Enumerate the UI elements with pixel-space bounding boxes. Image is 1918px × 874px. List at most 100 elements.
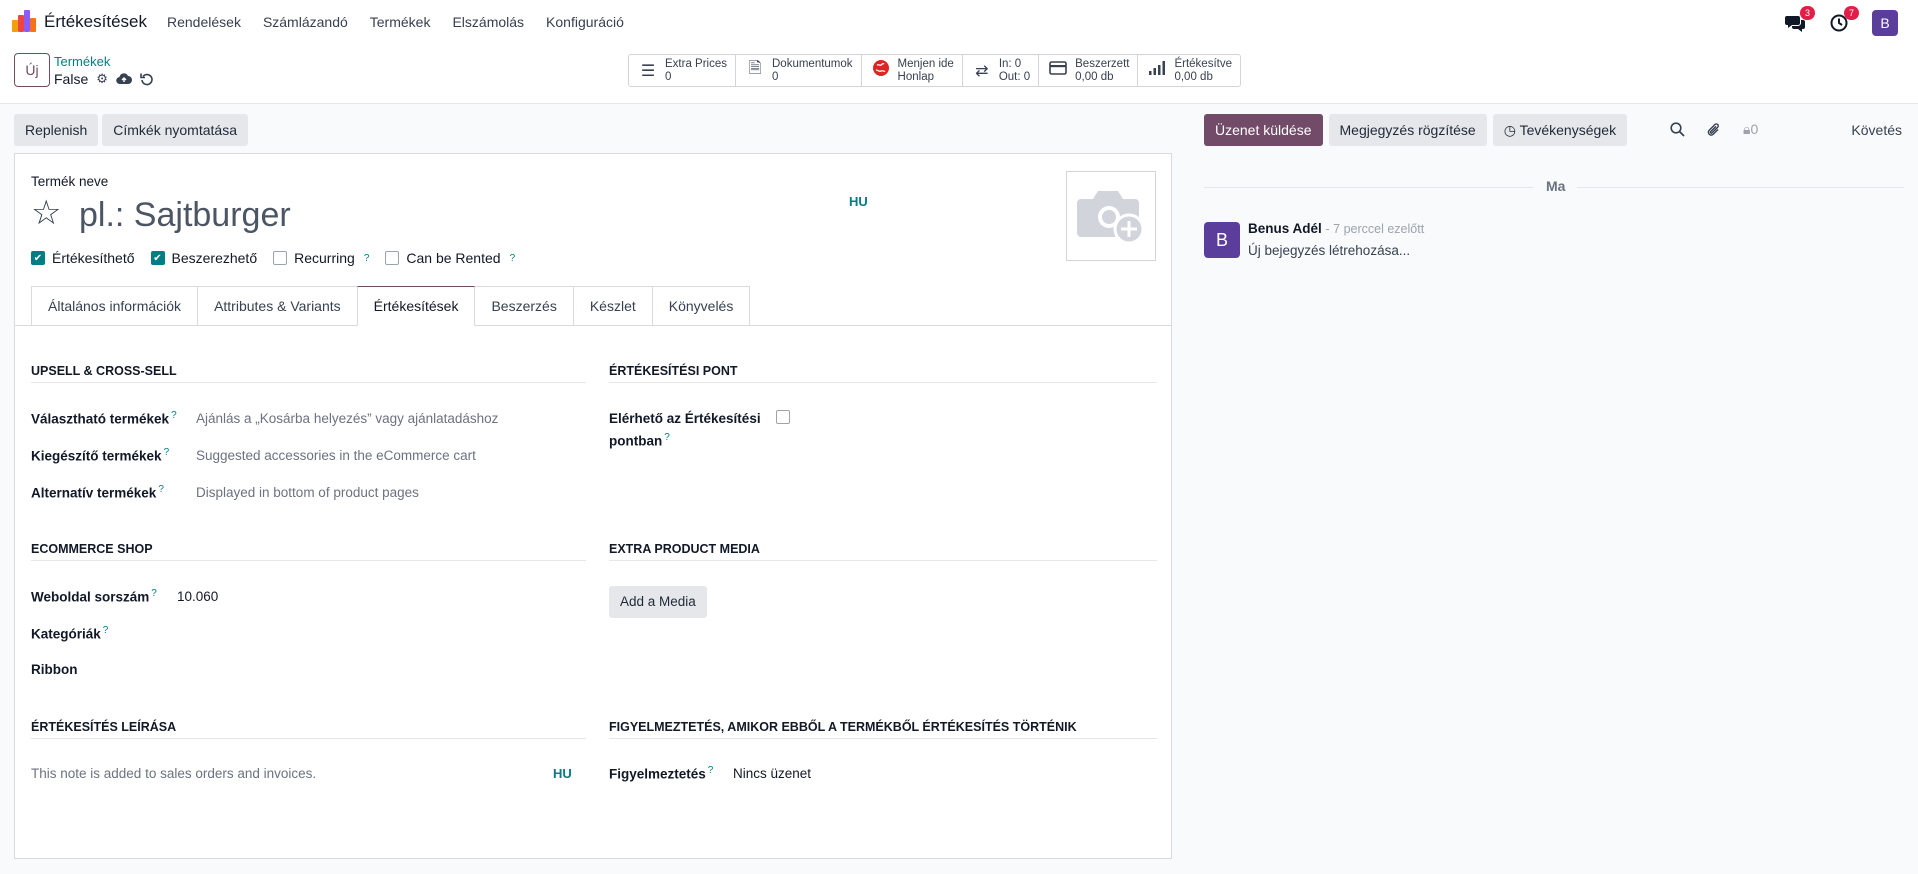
help-icon[interactable]: ?: [364, 253, 370, 264]
help-icon[interactable]: ?: [103, 625, 109, 636]
favorite-star-icon[interactable]: ☆: [31, 194, 61, 232]
message-time: - 7 perccel ezelőtt: [1325, 222, 1425, 236]
transfer-icon: ⇄: [975, 62, 989, 80]
extra-prices-button[interactable]: ☰ Extra Prices 0: [629, 55, 736, 86]
sales-app-icon[interactable]: [12, 10, 36, 34]
tab-purchase[interactable]: Beszerzés: [474, 286, 574, 326]
alternative-products-field[interactable]: Displayed in bottom of product pages: [196, 485, 419, 500]
product-name-input[interactable]: pl.: Sajtburger: [79, 196, 291, 234]
globe-icon: [870, 59, 892, 82]
accessory-products-field[interactable]: Suggested accessories in the eCommerce c…: [196, 448, 476, 463]
follow-button[interactable]: Követés: [1851, 122, 1902, 138]
help-icon[interactable]: ?: [510, 253, 516, 264]
optional-products-field[interactable]: Ajánlás a „Kosárba helyezés” vagy ajánla…: [196, 411, 498, 426]
product-image-upload[interactable]: [1066, 171, 1156, 261]
help-icon[interactable]: ?: [164, 447, 170, 458]
warning-label: Figyelmeztetés: [609, 766, 706, 782]
go-to-website-button[interactable]: Menjen ide Honlap: [862, 55, 963, 86]
breadcrumb: Termékek False ⚙: [54, 54, 154, 87]
credit-card-icon: [1047, 61, 1069, 80]
message-author[interactable]: Benus Adél: [1248, 221, 1322, 236]
smart-buttons: ☰ Extra Prices 0 🗎 Dokumentumok 0 Menjen i…: [628, 54, 1241, 87]
app-name[interactable]: Értékesítések: [44, 12, 147, 32]
messages-button[interactable]: 3: [1784, 6, 1815, 34]
tab-inventory[interactable]: Készlet: [572, 286, 653, 326]
media-section-title: EXTRA PRODUCT MEDIA: [609, 542, 1157, 561]
author-avatar[interactable]: B: [1204, 222, 1240, 258]
new-button[interactable]: Új: [14, 53, 50, 87]
user-avatar[interactable]: B: [1872, 10, 1898, 36]
help-icon[interactable]: ?: [158, 484, 164, 495]
available-in-pos-label: Elérhető az Értékesítési: [609, 411, 761, 426]
recurring-checkbox[interactable]: Recurring?: [273, 250, 369, 266]
warning-select[interactable]: Nincs üzenet: [733, 766, 811, 781]
checkmark-icon: ✔: [150, 251, 165, 265]
messages-badge: 3: [1800, 6, 1815, 20]
sold-button[interactable]: Értékesítve 0,00 db: [1138, 55, 1240, 86]
menu-item-products[interactable]: Termékek: [370, 14, 431, 30]
tab-general-info[interactable]: Általános információk: [31, 286, 199, 326]
search-icon[interactable]: [1670, 122, 1685, 137]
tab-accounting[interactable]: Könyvelés: [651, 286, 751, 326]
activities-badge: 7: [1844, 6, 1859, 20]
breadcrumb-parent[interactable]: Termékek: [54, 54, 154, 69]
menu-item-to-invoice[interactable]: Számlázandó: [263, 14, 348, 30]
tab-attributes-variants[interactable]: Attributes & Variants: [197, 286, 358, 326]
can-be-purchased-checkbox[interactable]: ✔ Beszerezhető: [150, 250, 257, 266]
help-icon[interactable]: ?: [664, 432, 670, 443]
document-icon: 🗎: [748, 60, 762, 77]
add-media-button[interactable]: Add a Media: [609, 586, 707, 618]
optional-products-label: Választható termékek: [31, 411, 170, 427]
log-note-button[interactable]: Megjegyzés rögzítése: [1328, 114, 1487, 146]
form-tabs: Általános információk Attributes & Varia…: [31, 286, 751, 326]
replenish-button[interactable]: Replenish: [14, 114, 99, 146]
description-translate-button[interactable]: HU: [553, 766, 572, 781]
clock-icon: ◷: [1503, 122, 1520, 138]
activities-button[interactable]: ◷ Tevékenységek: [1492, 114, 1628, 146]
alternative-products-label: Alternatív termékek: [31, 485, 157, 501]
tab-sales[interactable]: Értékesítések: [356, 286, 476, 326]
breadcrumb-current: False: [54, 71, 89, 87]
gear-icon[interactable]: ⚙: [96, 71, 108, 87]
bar-chart-icon: [1146, 60, 1168, 81]
cloud-upload-icon[interactable]: [116, 72, 132, 86]
help-icon[interactable]: ?: [708, 765, 714, 776]
activities-button[interactable]: 7: [1828, 6, 1859, 34]
form-actions: Replenish Címkék nyomtatása: [14, 114, 248, 146]
menu-item-orders[interactable]: Rendelések: [167, 14, 241, 30]
chatter-panel: Üzenet küldése Megjegyzés rögzítése ◷ Te…: [1190, 104, 1918, 874]
purchased-button[interactable]: Beszerzett 0,00 db: [1039, 55, 1139, 86]
send-message-button[interactable]: Üzenet küldése: [1204, 114, 1323, 146]
help-icon[interactable]: ?: [151, 588, 157, 599]
checkmark-icon: ✔: [31, 251, 45, 265]
categories-label: Kategóriák: [31, 626, 101, 642]
form-sheet: Termék neve ☆ pl.: Sajtburger HU ✔ Érték…: [14, 153, 1172, 859]
in-out-button[interactable]: ⇄ In: 0 Out: 0: [963, 55, 1040, 86]
discard-icon[interactable]: [140, 72, 154, 86]
can-be-rented-checkbox[interactable]: Can be Rented?: [385, 250, 515, 266]
sales-description-section-title: ÉRTÉKESÍTÉS LEÍRÁSA: [31, 720, 586, 739]
help-icon[interactable]: ?: [171, 410, 177, 421]
upsell-section-title: UPSELL & CROSS-SELL: [31, 364, 586, 383]
product-flags: ✔ Értékesíthető ✔ Beszerezhető Recurring…: [31, 250, 515, 266]
menu-item-configuration[interactable]: Konfiguráció: [546, 14, 624, 30]
menu-item-reporting[interactable]: Elszámolás: [452, 14, 524, 30]
followers-button[interactable]: 🔒︎0: [1743, 121, 1758, 138]
paperclip-icon[interactable]: [1707, 122, 1721, 138]
website-sequence-label: Weboldal sorszám: [31, 589, 150, 605]
print-labels-button[interactable]: Címkék nyomtatása: [102, 114, 248, 146]
accessory-products-label: Kiegészítő termékek: [31, 448, 162, 464]
day-separator: Ma: [1534, 178, 1578, 194]
sales-description-field[interactable]: This note is added to sales orders and i…: [31, 766, 316, 781]
top-navbar: Értékesítések Rendelések Számlázandó Ter…: [0, 0, 1918, 44]
product-name-label: Termék neve: [31, 174, 109, 189]
name-translate-button[interactable]: HU: [849, 194, 868, 209]
available-in-pos-checkbox[interactable]: [776, 410, 790, 424]
ecommerce-section-title: ECOMMERCE SHOP: [31, 542, 586, 561]
ribbon-label: Ribbon: [31, 662, 78, 677]
pos-section-title: ÉRTÉKESÍTÉSI PONT: [609, 364, 1157, 383]
documents-button[interactable]: 🗎 Dokumentumok 0: [736, 55, 862, 86]
can-be-sold-checkbox[interactable]: ✔ Értékesíthető: [31, 250, 135, 266]
control-panel: Új Termékek False ⚙ ☰ Extra Prices 0 🗎 Do…: [0, 44, 1918, 104]
website-sequence-field[interactable]: 10.060: [177, 589, 218, 604]
